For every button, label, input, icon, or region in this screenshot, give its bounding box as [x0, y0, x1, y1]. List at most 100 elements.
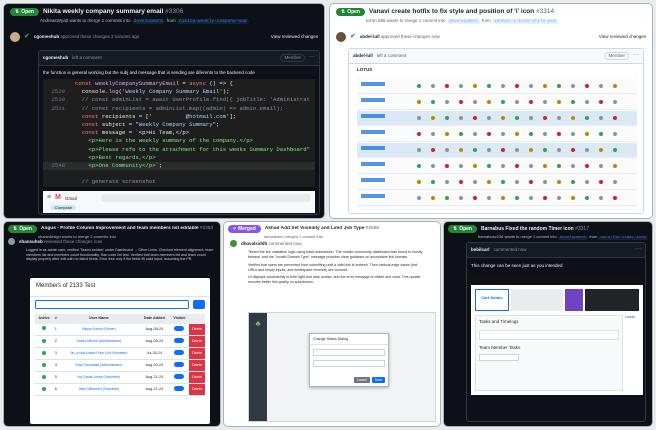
- comment-author[interactable]: abdel-lull: [353, 53, 373, 59]
- status-dot: [459, 100, 463, 104]
- body-line: Verified that users are prevented from s…: [248, 262, 418, 267]
- status-dot: [487, 164, 491, 168]
- pr-title[interactable]: Akhad Add Set Visibility and Limit Job T…: [265, 226, 379, 232]
- team-select[interactable]: [479, 354, 519, 362]
- comment-author[interactable]: bebilcarl: [471, 247, 490, 253]
- delete-button[interactable]: Delete: [189, 383, 205, 396]
- kebab-icon[interactable]: ···: [635, 246, 641, 254]
- kebab-icon[interactable]: ···: [309, 54, 315, 62]
- status-dot: [487, 84, 491, 88]
- status-dot: [417, 100, 421, 104]
- status-dot: [543, 100, 547, 104]
- code-line: <p>Please refe to the attachment for thi…: [75, 145, 310, 153]
- user-name[interactable]: Avi Cavas Jones (Volunteer): [59, 372, 139, 384]
- delete-button[interactable]: Delete: [189, 371, 205, 384]
- head-branch[interactable]: vanavi-i-icon-style-pos: [492, 19, 559, 25]
- pr-header: ⇅ Open Barnabus Fixed the random Timer ic…: [444, 222, 652, 244]
- avatar[interactable]: [230, 240, 237, 247]
- status-dot: [445, 148, 449, 152]
- delete-button[interactable]: Delete: [189, 359, 205, 372]
- visible-toggle[interactable]: [170, 384, 189, 396]
- reviewer-name[interactable]: shansuhsb: [19, 239, 43, 244]
- visible-toggle[interactable]: [170, 324, 189, 336]
- pr-title[interactable]: Vanavi create hotfix to fix style and po…: [369, 8, 554, 16]
- visible-toggle[interactable]: [170, 372, 189, 384]
- app-sidebar: [249, 313, 267, 421]
- user-name[interactable]: Jinkey Henold (Administrator): [59, 336, 139, 348]
- pr-title[interactable]: Nikita weekly company summary email #330…: [43, 8, 183, 16]
- view-changes-link[interactable]: View reviewed changes: [271, 34, 318, 40]
- comment-author[interactable]: cgomeshub: [43, 55, 68, 61]
- user-name[interactable]: Jin_a Hud-Icabin Fufur (Vol Volunteer): [59, 348, 139, 360]
- status-select[interactable]: [313, 349, 385, 357]
- avatar[interactable]: [10, 32, 20, 42]
- status-dot: [599, 148, 603, 152]
- status-dot: [445, 164, 449, 168]
- status-dot: [487, 132, 491, 136]
- user-name[interactable]: Jaire Dillhernen (Volunteer): [59, 384, 139, 396]
- base-branch[interactable]: development: [446, 19, 481, 25]
- base-branch[interactable]: development: [557, 236, 589, 241]
- pr-status-badge: ⇅ Open: [448, 225, 477, 234]
- user-name[interactable]: Edye Ovendalal (Administrator): [59, 360, 139, 372]
- avatar[interactable]: [8, 238, 15, 245]
- gmail-search-input[interactable]: [100, 194, 311, 203]
- compose-button[interactable]: Compose: [51, 205, 77, 210]
- line-number: 2529: [51, 88, 65, 96]
- status-dot: [543, 116, 547, 120]
- status-dot: [445, 116, 449, 120]
- line-number: 2548: [51, 161, 65, 169]
- active-dot: [42, 350, 47, 355]
- reviewer-name[interactable]: cgomeshub: [34, 34, 59, 39]
- status-dot: [571, 84, 575, 88]
- head-branch[interactable]: nikita-weekly-company-sum: [177, 19, 249, 25]
- save-button[interactable]: Save: [371, 377, 385, 383]
- status-dot: [515, 196, 519, 200]
- visible-toggle[interactable]: [170, 360, 189, 372]
- kebab-icon[interactable]: ···: [633, 52, 639, 60]
- visible-toggle[interactable]: [170, 336, 189, 348]
- head-branch[interactable]: barn-fix-timer-icon: [598, 236, 648, 241]
- grid-name-link[interactable]: [361, 146, 385, 150]
- status-dot: [501, 100, 505, 104]
- grid-name-link[interactable]: [361, 130, 385, 134]
- status-dot: [529, 116, 533, 120]
- delete-button[interactable]: Delete: [189, 335, 205, 348]
- grid-name-link[interactable]: [361, 194, 385, 198]
- user-name[interactable]: Vikyoe Dorkel (Owner): [59, 324, 139, 336]
- delete-button[interactable]: Delete: [189, 347, 205, 360]
- link-input[interactable]: [313, 360, 385, 368]
- highlight-card: [565, 289, 583, 311]
- grid-name-link[interactable]: [361, 162, 385, 166]
- app-screenshot: Cart Admin Tasks and Timelogs Team Membe…: [471, 275, 643, 395]
- base-branch[interactable]: development: [131, 19, 166, 25]
- member-search-input[interactable]: [35, 299, 189, 309]
- pr-title[interactable]: Barnabus Fixed the random Timer icon #33…: [481, 226, 589, 232]
- delete-button[interactable]: Delete: [189, 323, 205, 336]
- visible-toggle[interactable]: [170, 348, 189, 360]
- menu-icon[interactable]: ≡: [47, 194, 51, 203]
- summary-card: [511, 289, 563, 311]
- status-dot: [571, 164, 575, 168]
- add-member-button[interactable]: [193, 299, 205, 309]
- date-added: Aug-08-24: [145, 339, 164, 344]
- status-dot: [557, 116, 561, 120]
- code-line: 2548 <p>One Community</p>`;: [43, 161, 315, 171]
- view-changes-link[interactable]: View reviewed changes: [599, 34, 646, 40]
- members-table: Active # User Name Date Added Visible 1 Vikyo…: [35, 313, 205, 397]
- cancel-button[interactable]: Cancel: [353, 377, 370, 383]
- status-dot: [487, 196, 491, 200]
- pr-status-badge: ⑂ Merged: [228, 225, 261, 234]
- reviewer-name[interactable]: abdel-lull: [360, 34, 380, 39]
- grid-name-link[interactable]: [361, 98, 385, 102]
- grid-name-link[interactable]: [361, 114, 385, 118]
- reviewer-name[interactable]: dhavalsiddh: [241, 241, 267, 246]
- status-dot: [585, 196, 589, 200]
- avatar[interactable]: [336, 32, 346, 42]
- status-dot: [445, 132, 449, 136]
- grid-name-link[interactable]: [361, 82, 385, 86]
- pr-title[interactable]: Angus - Profile Column Improvement and t…: [41, 226, 213, 232]
- grid-name-link[interactable]: [361, 178, 385, 182]
- status-dot: [515, 84, 519, 88]
- status-dot: [487, 100, 491, 104]
